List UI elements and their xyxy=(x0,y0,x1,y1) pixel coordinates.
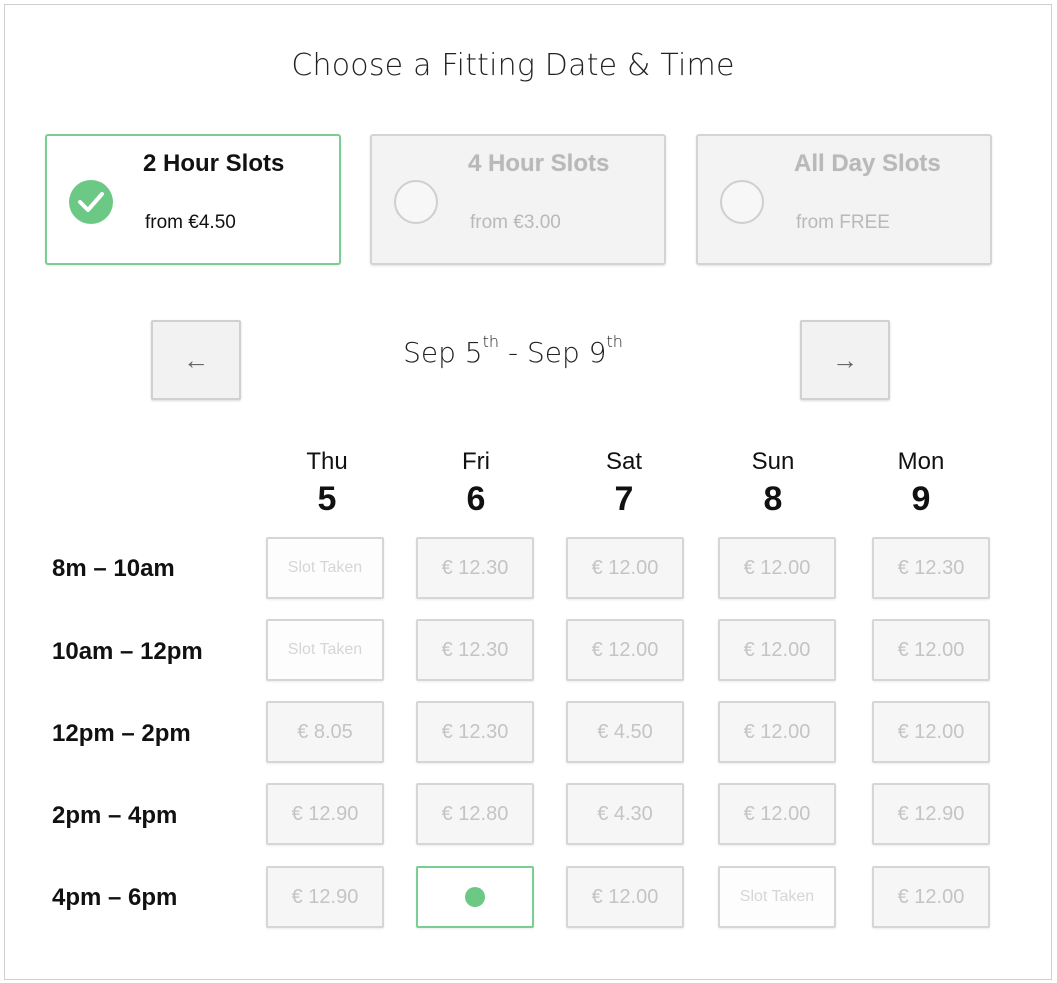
range-separator: - xyxy=(499,336,527,369)
time-row-label: 8m – 10am xyxy=(52,555,175,582)
day-name: Sat xyxy=(605,448,643,475)
time-slot[interactable]: € 12.00 xyxy=(872,619,990,681)
time-slot[interactable]: € 12.00 xyxy=(718,701,836,763)
time-slot[interactable]: € 12.30 xyxy=(416,619,534,681)
option-4-hour-slots[interactable]: 4 Hour Slots from €3.00 xyxy=(370,134,666,265)
time-slot[interactable]: € 12.00 xyxy=(566,866,684,928)
selected-dot-icon xyxy=(465,887,485,907)
time-slot-selected[interactable] xyxy=(416,866,534,928)
day-number: 5 xyxy=(317,480,337,518)
day-name: Thu xyxy=(306,448,348,475)
time-slot[interactable]: € 12.00 xyxy=(718,619,836,681)
range-start: Sep 5 xyxy=(403,336,483,369)
time-row-label: 2pm – 4pm xyxy=(52,802,178,829)
range-end: Sep 9 xyxy=(526,336,607,369)
range-end-suffix: th xyxy=(606,332,623,351)
time-slot[interactable]: € 12.90 xyxy=(872,783,990,845)
option-price: from €3.00 xyxy=(470,212,561,233)
option-name: All Day Slots xyxy=(794,150,941,177)
time-slot[interactable]: € 12.30 xyxy=(416,701,534,763)
day-number: 6 xyxy=(466,480,486,518)
time-slot[interactable]: € 12.30 xyxy=(872,537,990,599)
time-slot[interactable]: € 12.80 xyxy=(416,783,534,845)
time-slot[interactable]: € 12.90 xyxy=(266,783,384,845)
time-row-label: 12pm – 2pm xyxy=(52,720,191,747)
time-slot[interactable]: € 12.00 xyxy=(718,783,836,845)
time-slot[interactable]: € 12.00 xyxy=(872,701,990,763)
day-header: Thu 5 xyxy=(267,448,387,519)
day-number: 7 xyxy=(614,480,634,518)
time-slot[interactable]: Slot Taken xyxy=(718,866,836,928)
option-name: 2 Hour Slots xyxy=(143,150,285,177)
time-slot[interactable]: € 12.00 xyxy=(718,537,836,599)
time-slot[interactable]: € 12.90 xyxy=(266,866,384,928)
range-start-suffix: th xyxy=(482,332,500,351)
check-icon xyxy=(69,180,113,224)
time-slot[interactable]: € 12.00 xyxy=(566,619,684,681)
day-name: Sun xyxy=(751,448,795,475)
time-slot[interactable]: € 12.00 xyxy=(872,866,990,928)
day-name: Fri xyxy=(462,448,490,475)
day-header: Sun 8 xyxy=(713,448,833,519)
time-slot[interactable]: € 4.30 xyxy=(566,783,684,845)
day-header: Sat 7 xyxy=(564,448,684,519)
option-price: from FREE xyxy=(796,212,890,233)
radio-icon xyxy=(720,180,764,224)
radio-icon xyxy=(394,180,438,224)
day-name: Mon xyxy=(897,448,945,475)
time-slot[interactable]: € 8.05 xyxy=(266,701,384,763)
time-row-label: 4pm – 6pm xyxy=(52,884,178,911)
time-slot[interactable]: € 4.50 xyxy=(566,701,684,763)
day-number: 9 xyxy=(911,480,931,518)
arrow-right-icon: → xyxy=(832,344,858,375)
day-number: 8 xyxy=(763,480,783,518)
next-week-button[interactable]: → xyxy=(800,320,890,400)
time-slot[interactable]: € 12.30 xyxy=(416,537,534,599)
day-header: Mon 9 xyxy=(861,448,981,519)
time-slot[interactable]: Slot Taken xyxy=(266,537,384,599)
option-price: from €4.50 xyxy=(145,212,236,233)
option-name: 4 Hour Slots xyxy=(468,150,610,177)
time-row-label: 10am – 12pm xyxy=(52,638,203,665)
option-all-day-slots[interactable]: All Day Slots from FREE xyxy=(696,134,992,265)
day-header: Fri 6 xyxy=(416,448,536,519)
page-title: Choose a Fitting Date & Time xyxy=(291,48,735,83)
time-slot[interactable]: Slot Taken xyxy=(266,619,384,681)
time-slot[interactable]: € 12.00 xyxy=(566,537,684,599)
option-2-hour-slots[interactable]: 2 Hour Slots from €4.50 xyxy=(45,134,341,265)
